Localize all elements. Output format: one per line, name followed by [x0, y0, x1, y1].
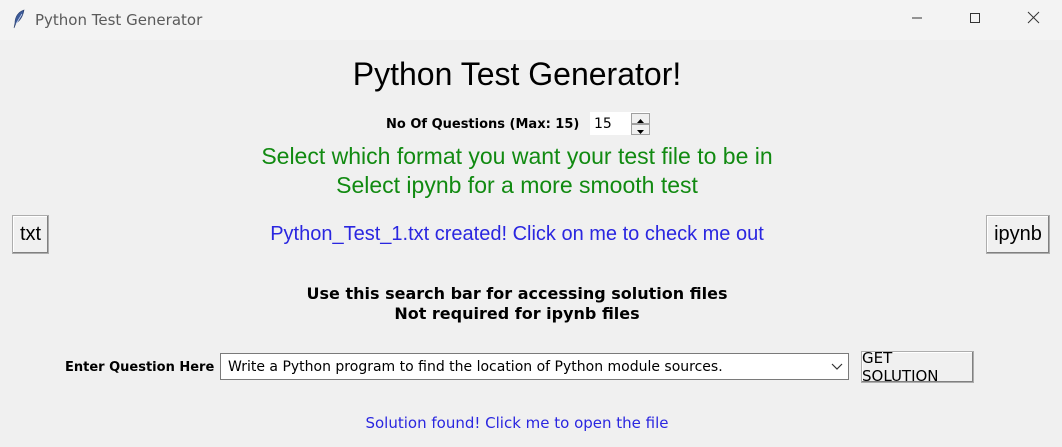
format-prompt-line-1: Select which format you want your test f…	[261, 143, 773, 169]
get-solution-button[interactable]: GET SOLUTION	[861, 349, 974, 385]
arrow-down-icon	[637, 121, 644, 139]
chevron-down-icon[interactable]	[830, 360, 844, 374]
questions-count-label: No Of Questions (Max: 15)	[386, 117, 580, 132]
question-combobox-value[interactable]: Write a Python program to find the locat…	[228, 359, 723, 375]
page-title: Python Test Generator!	[352, 56, 682, 92]
close-button[interactable]	[1004, 0, 1062, 40]
spin-down-button[interactable]	[631, 124, 650, 135]
main-window-content: Python Test Generator! No Of Questions (…	[0, 40, 1062, 447]
search-info-line-1: Use this search bar for accessing soluti…	[306, 284, 728, 303]
search-info-line-2: Not required for ipynb files	[394, 304, 640, 323]
created-file-link[interactable]: Python_Test_1.txt created! Click on me t…	[0, 223, 1034, 246]
format-prompt-line-2: Select ipynb for a more smooth test	[336, 172, 698, 198]
feather-icon	[12, 9, 26, 29]
title-bar: Python Test Generator	[0, 0, 1062, 40]
minimize-icon	[911, 11, 923, 29]
ipynb-button[interactable]: ipynb	[986, 215, 1050, 254]
window-title: Python Test Generator	[35, 11, 203, 29]
maximize-button[interactable]	[946, 0, 1004, 40]
minimize-button[interactable]	[888, 0, 946, 40]
question-label: Enter Question Here	[65, 360, 215, 375]
questions-count-value[interactable]: 15	[594, 116, 612, 132]
question-combobox[interactable]: Write a Python program to find the locat…	[220, 353, 849, 380]
solution-file-link[interactable]: Solution found! Click me to open the fil…	[0, 414, 1034, 432]
maximize-icon	[969, 11, 981, 29]
close-icon	[1027, 11, 1040, 29]
questions-count-spinbox[interactable]: 15	[590, 112, 650, 135]
